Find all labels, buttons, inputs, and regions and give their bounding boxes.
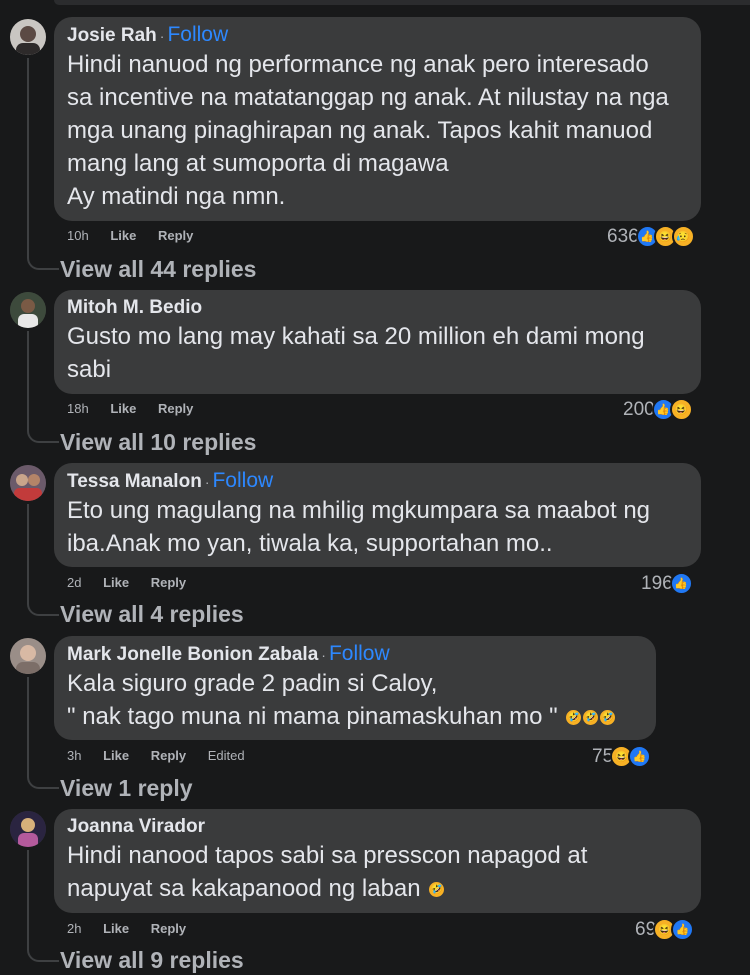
timestamp[interactable]: 10h: [67, 228, 89, 243]
reply-thread-line: [27, 677, 59, 789]
separator-dot: ·: [204, 474, 210, 490]
reply-thread-line: [27, 504, 59, 616]
comment-meta: 10h Like Reply: [67, 228, 211, 243]
edited-label: Edited: [207, 748, 245, 763]
comment-bubble: Joanna Virador Hindi nanood tapos sabi s…: [54, 809, 701, 913]
comment-text: Hindi nanuod ng performance ng anak pero…: [67, 51, 669, 210]
comment-bubble: Josie Rah · Follow Hindi nanuod ng perform…: [54, 17, 701, 221]
commenter-name[interactable]: Josie Rah: [67, 25, 157, 46]
rofl-emoji-icon: 🤣: [600, 710, 616, 726]
like-button[interactable]: Like: [110, 228, 136, 243]
reply-button[interactable]: Reply: [158, 228, 193, 243]
avatar[interactable]: [10, 811, 46, 847]
comment-meta: 3h Like Reply Edited: [67, 748, 263, 763]
rofl-emoji-icon: 🤣: [583, 710, 599, 726]
sad-icon: 😥: [671, 225, 695, 248]
rofl-emoji-icon: 🤣: [566, 710, 582, 726]
avatar[interactable]: [10, 292, 46, 328]
view-replies-link[interactable]: View all 44 replies: [60, 256, 256, 283]
follow-button[interactable]: Follow: [167, 23, 228, 46]
reply-thread-line: [27, 331, 59, 443]
view-replies-link[interactable]: View all 4 replies: [60, 601, 244, 628]
reply-button[interactable]: Reply: [151, 748, 186, 763]
reaction-summary[interactable]: 69 😆 👍: [635, 918, 695, 941]
commenter-name[interactable]: Joanna Virador: [67, 816, 205, 837]
haha-icon: 😆: [669, 398, 693, 421]
avatar[interactable]: [10, 638, 46, 674]
comment-bubble: Tessa Manalon · Follow Eto ung magulang na…: [54, 463, 701, 567]
separator-dot: ·: [159, 28, 165, 44]
comment-text: Kala siguro grade 2 padin si Caloy, " na…: [67, 670, 616, 730]
reply-thread-line: [27, 850, 59, 962]
commenter-name[interactable]: Mark Jonelle Bonion Zabala: [67, 644, 318, 665]
timestamp[interactable]: 3h: [67, 748, 81, 763]
rofl-emoji-icon: 🤣: [429, 882, 445, 898]
reaction-summary[interactable]: 636 👍 😆 😥: [607, 225, 695, 248]
reaction-summary[interactable]: 200 👍 😆: [623, 398, 693, 421]
view-replies-link[interactable]: View all 9 replies: [60, 947, 244, 974]
timestamp[interactable]: 2h: [67, 921, 81, 936]
reply-button[interactable]: Reply: [151, 575, 186, 590]
comment-meta: 2h Like Reply: [67, 921, 204, 936]
reaction-count: 196: [641, 572, 673, 594]
commenter-name[interactable]: Tessa Manalon: [67, 471, 202, 492]
reaction-summary[interactable]: 75 😆 👍: [592, 745, 652, 768]
comment-bubble: Mitoh M. Bedio Gusto mo lang may kahati …: [54, 290, 701, 394]
comment-bubble: Mark Jonelle Bonion Zabala · Follow Kala s…: [54, 636, 656, 740]
like-icon: 👍: [671, 918, 695, 941]
previous-comment-bubble-edge: [54, 0, 750, 5]
comment-text: Gusto mo lang may kahati sa 20 million e…: [67, 323, 645, 383]
timestamp[interactable]: 18h: [67, 401, 89, 416]
reaction-summary[interactable]: 196 👍: [641, 572, 693, 595]
like-button[interactable]: Like: [103, 575, 129, 590]
view-replies-link[interactable]: View all 10 replies: [60, 429, 256, 456]
comment-meta: 2d Like Reply: [67, 575, 204, 590]
reaction-count: 200: [623, 398, 655, 420]
reply-thread-line: [27, 58, 59, 270]
timestamp[interactable]: 2d: [67, 575, 81, 590]
like-button[interactable]: Like: [110, 401, 136, 416]
comment-text: Eto ung magulang na mhilig mgkumpara sa …: [67, 497, 651, 557]
follow-button[interactable]: Follow: [212, 469, 273, 492]
like-icon: 👍: [669, 572, 693, 595]
like-button[interactable]: Like: [103, 921, 129, 936]
comment-text: Hindi nanood tapos sabi sa presscon napa…: [67, 842, 588, 902]
avatar[interactable]: [10, 19, 46, 55]
commenter-name[interactable]: Mitoh M. Bedio: [67, 297, 202, 318]
comment-meta: 18h Like Reply: [67, 401, 211, 416]
avatar[interactable]: [10, 465, 46, 501]
reaction-count: 636: [607, 225, 639, 247]
reply-button[interactable]: Reply: [151, 921, 186, 936]
view-replies-link[interactable]: View 1 reply: [60, 775, 193, 802]
separator-dot: ·: [321, 647, 326, 663]
like-button[interactable]: Like: [103, 748, 129, 763]
reply-button[interactable]: Reply: [158, 401, 193, 416]
follow-button[interactable]: Follow: [329, 642, 390, 665]
like-icon: 👍: [628, 745, 652, 768]
